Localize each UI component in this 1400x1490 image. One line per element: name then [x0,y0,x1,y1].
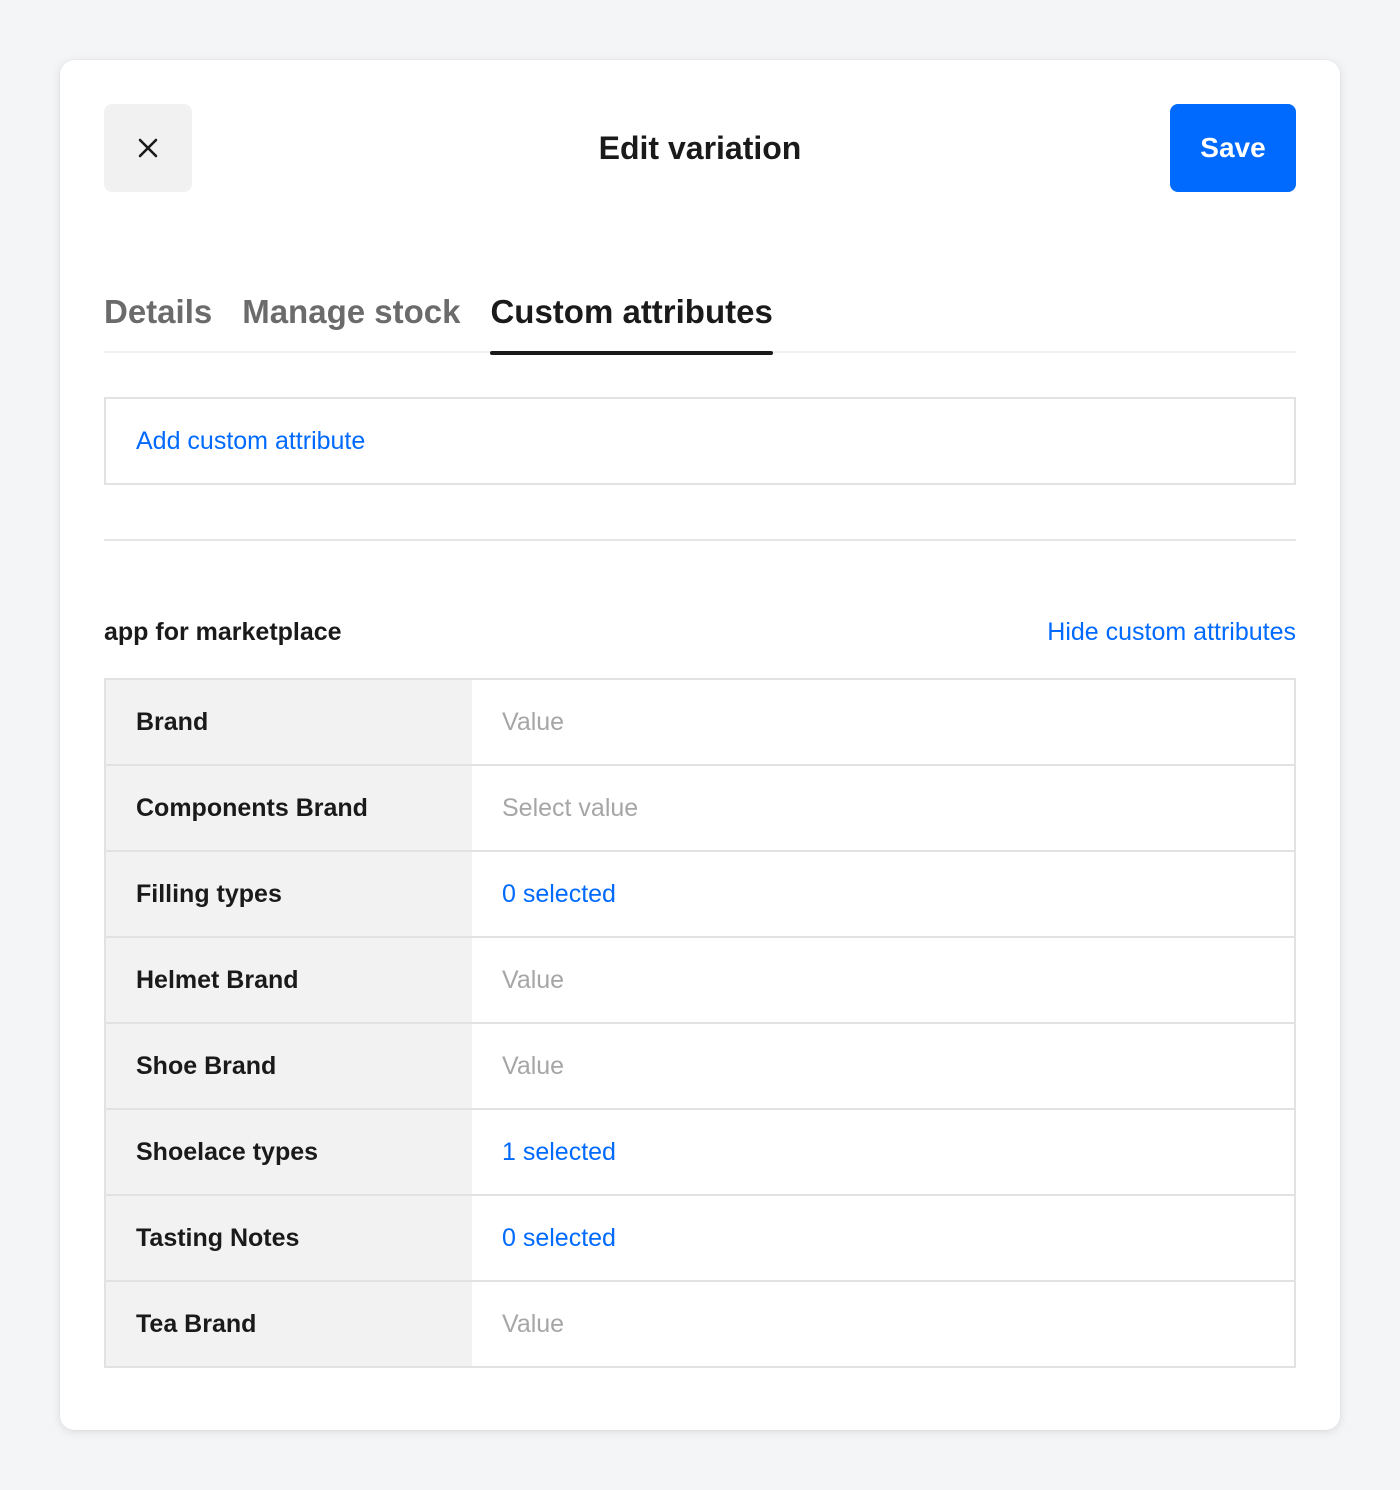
section-divider [104,539,1296,541]
attribute-row-tasting-notes: Tasting Notes 0 selected [106,1196,1294,1282]
close-icon [138,138,158,158]
attribute-row-filling-types: Filling types 0 selected [106,852,1294,938]
attribute-label: Tea Brand [106,1282,472,1366]
attributes-table: Brand Value Components Brand Select valu… [104,678,1296,1368]
attribute-label: Brand [106,680,472,764]
tab-details[interactable]: Details [104,285,212,353]
attribute-row-brand: Brand Value [106,680,1294,766]
tab-bar: Details Manage stock Custom attributes [104,285,1296,355]
attribute-value-multiselect[interactable]: 1 selected [472,1110,1294,1194]
attribute-label: Components Brand [106,766,472,850]
attribute-value-input[interactable]: Value [472,1282,1294,1366]
save-button[interactable]: Save [1170,104,1296,192]
attribute-value-select[interactable]: Select value [472,766,1294,850]
tab-manage-stock[interactable]: Manage stock [242,285,460,353]
attribute-row-tea-brand: Tea Brand Value [106,1282,1294,1366]
modal-header: Edit variation Save [104,104,1296,192]
attribute-value-input[interactable]: Value [472,938,1294,1022]
tab-custom-attributes[interactable]: Custom attributes [490,285,774,355]
attribute-row-shoelace-types: Shoelace types 1 selected [106,1110,1294,1196]
page-title: Edit variation [598,130,802,166]
attribute-value-input[interactable]: Value [472,680,1294,764]
attribute-value-input[interactable]: Value [472,1024,1294,1108]
section-title: app for marketplace [104,618,342,646]
attribute-row-helmet-brand: Helmet Brand Value [106,938,1294,1024]
attribute-value-multiselect[interactable]: 0 selected [472,1196,1294,1280]
attribute-row-shoe-brand: Shoe Brand Value [106,1024,1294,1110]
attribute-row-components-brand: Components Brand Select value [106,766,1294,852]
attribute-label: Shoe Brand [106,1024,472,1108]
attribute-label: Tasting Notes [106,1196,472,1280]
edit-variation-modal: Edit variation Save Details Manage stock… [60,60,1340,1430]
attribute-value-multiselect[interactable]: 0 selected [472,852,1294,936]
attribute-label: Helmet Brand [106,938,472,1022]
add-custom-attribute-button[interactable]: Add custom attribute [104,397,1296,485]
close-button[interactable] [104,104,192,192]
attribute-label: Filling types [106,852,472,936]
hide-custom-attributes-link[interactable]: Hide custom attributes [1047,612,1296,652]
attribute-label: Shoelace types [106,1110,472,1194]
section-header: app for marketplace Hide custom attribut… [104,612,1296,652]
